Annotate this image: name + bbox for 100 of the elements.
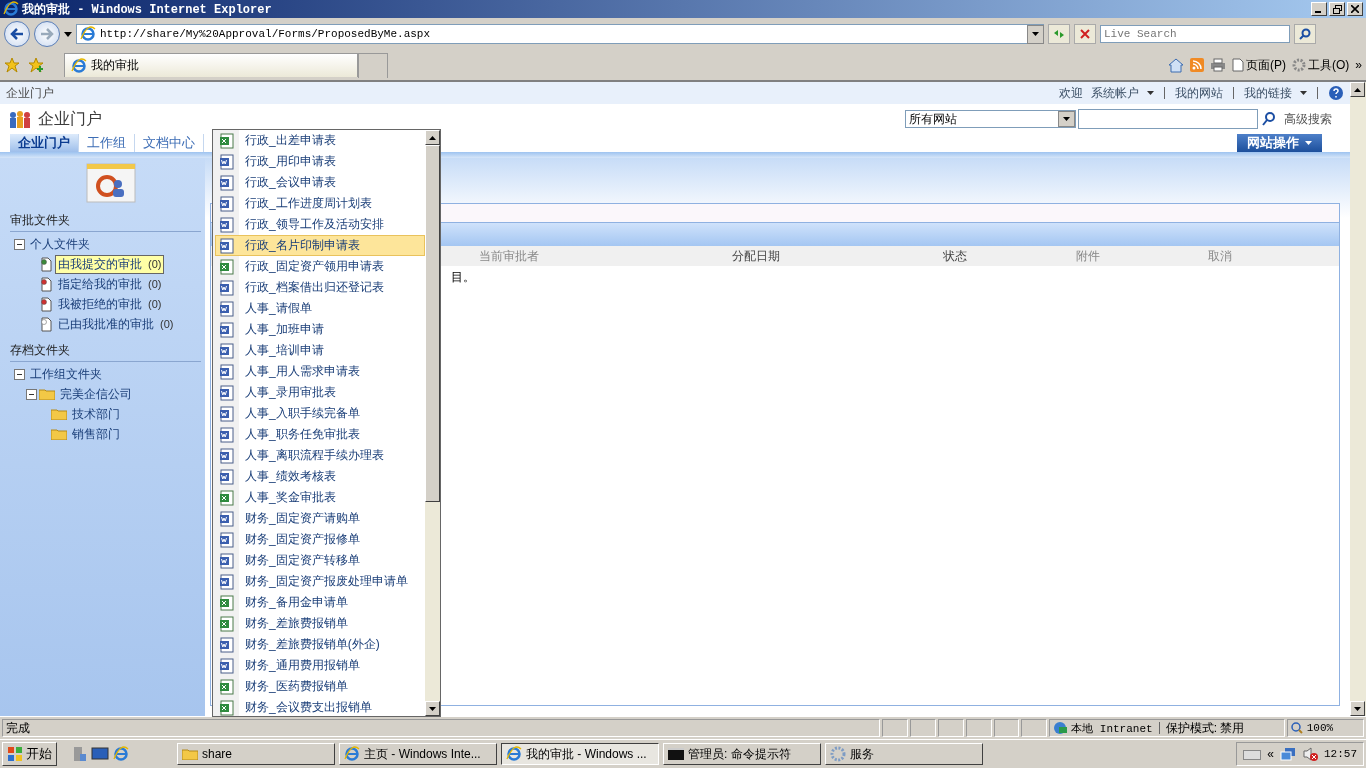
menu-item[interactable]: 人事_职务任免审批表 [215, 424, 425, 445]
back-arrow-icon[interactable] [10, 28, 24, 40]
menu-item[interactable]: 行政_会议申请表 [215, 172, 425, 193]
windows-logo-icon[interactable] [7, 746, 23, 762]
advanced-search-link[interactable]: 高级搜索 [1284, 110, 1332, 128]
menu-item[interactable]: 财务_差旅费报销单(外企) [215, 634, 425, 655]
print-icon[interactable] [1210, 58, 1226, 72]
taskbar-button[interactable]: 管理员: 命令提示符 [663, 743, 821, 765]
my-links-menu[interactable]: 我的链接 [1244, 84, 1292, 102]
start-button[interactable]: 开始 [2, 742, 57, 766]
menu-item[interactable]: 人事_请假单 [215, 298, 425, 319]
search-icon[interactable] [1260, 111, 1278, 127]
search-field[interactable]: Live Search [1100, 25, 1290, 43]
caret-icon[interactable] [64, 31, 72, 37]
muted-speaker-icon[interactable] [1302, 746, 1318, 762]
menu-item[interactable]: 行政_档案借出归还登记表 [215, 277, 425, 298]
close-button[interactable] [1347, 2, 1363, 16]
desktop-icon[interactable] [91, 747, 109, 761]
up-arrow-icon[interactable] [429, 135, 436, 140]
folder-link[interactable]: 已由我批准的审批 (0) [55, 314, 177, 334]
menu-item[interactable]: 人事_录用审批表 [215, 382, 425, 403]
caret-icon[interactable] [1147, 91, 1154, 95]
folder-link[interactable]: 完美企信公司 [57, 384, 135, 404]
site-search-field[interactable] [1078, 109, 1258, 129]
close-icon[interactable] [1351, 5, 1359, 13]
menu-item[interactable]: 人事_培训申请 [215, 340, 425, 361]
zoom-icon[interactable] [1290, 722, 1303, 734]
folder-link[interactable]: 指定给我的审批 (0) [55, 274, 165, 294]
menu-item[interactable]: 财务_备用金申请单 [215, 592, 425, 613]
caret-icon[interactable] [1354, 706, 1361, 711]
menu-item[interactable]: 财务_通用费用报销单 [215, 655, 425, 676]
site-actions-menu[interactable]: 网站操作 [1237, 134, 1322, 152]
more-chevron[interactable]: » [1355, 58, 1362, 72]
address-field[interactable]: http://share/My%20Approval/Forms/ProposedByMe.aspx [76, 24, 1044, 44]
folder-link[interactable]: 技术部门 [69, 404, 123, 424]
approval-logo-icon [84, 162, 137, 206]
caret-icon[interactable] [1063, 117, 1070, 121]
caret-icon[interactable] [1305, 141, 1312, 145]
menu-item[interactable]: 财务_固定资产请购单 [215, 508, 425, 529]
home-icon[interactable] [1168, 57, 1184, 73]
account-menu[interactable]: 系统帐户 [1091, 84, 1139, 102]
column-header[interactable]: 状态 [943, 247, 1076, 265]
folder-link[interactable]: 销售部门 [69, 424, 123, 444]
back-button[interactable] [4, 21, 30, 47]
scope-dropdown[interactable]: 所有网站 [905, 110, 1076, 128]
menu-item[interactable]: 人事_用人需求申请表 [215, 361, 425, 382]
caret-icon[interactable] [1032, 32, 1039, 36]
menu-item[interactable]: 财务_会议费支出报销单 [215, 697, 425, 718]
menu-item[interactable]: 人事_奖金审批表 [215, 487, 425, 508]
caret-icon[interactable] [1300, 91, 1307, 95]
tools-menu[interactable]: 工具(O) [1292, 56, 1350, 74]
menu-item[interactable]: 财务_医药费报销单 [215, 676, 425, 697]
folder-link[interactable]: 由我提交的审批 (0) [55, 254, 165, 274]
menu-item[interactable]: 行政_出差申请表 [215, 130, 425, 151]
favorites-star-icon[interactable] [4, 57, 20, 73]
menu-item[interactable]: 行政_名片印制申请表 [215, 235, 425, 256]
help-icon[interactable] [1328, 85, 1344, 101]
site-tab[interactable]: 企业门户 [10, 134, 79, 152]
spreadsheet-icon [219, 678, 235, 695]
search-button[interactable] [1294, 24, 1316, 44]
collapse-toggle[interactable] [14, 368, 25, 380]
menu-item[interactable]: 人事_入职手续完备单 [215, 403, 425, 424]
folder-link[interactable]: 个人文件夹 [27, 234, 93, 254]
stop-button[interactable] [1074, 24, 1096, 44]
gear-icon [830, 746, 846, 762]
browser-tab[interactable]: 我的审批 [64, 53, 358, 77]
menu-item[interactable]: 人事_离职流程手续办理表 [215, 445, 425, 466]
my-site-link[interactable]: 我的网站 [1175, 84, 1223, 102]
breadcrumb[interactable]: 企业门户 [6, 84, 54, 102]
clock: 12:57 [1324, 748, 1357, 760]
menu-item[interactable]: 行政_用印申请表 [215, 151, 425, 172]
menu-item[interactable]: 财务_差旅费报销单 [215, 613, 425, 634]
collapse-toggle[interactable] [26, 388, 37, 400]
tray-expand-button[interactable]: « [1267, 747, 1274, 761]
page-scrollbar[interactable] [1350, 82, 1366, 716]
column-header[interactable]: 分配日期 [732, 247, 943, 265]
taskbar-button[interactable]: share [177, 743, 335, 765]
taskbar-button[interactable]: 服务 [825, 743, 983, 765]
menu-item[interactable]: 财务_固定资产报修单 [215, 529, 425, 550]
page-menu[interactable]: 页面(P) [1232, 56, 1286, 74]
folder-link[interactable]: 我被拒绝的审批 (0) [55, 294, 165, 314]
menu-item[interactable]: 财务_固定资产报废处理申请单 [215, 571, 425, 592]
zoom-menu[interactable]: 100% [1286, 719, 1364, 737]
menu-item[interactable]: 行政_领导工作及活动安排 [215, 214, 425, 235]
minimize-button[interactable] [1311, 2, 1327, 16]
menu-scrollbar[interactable] [425, 130, 440, 716]
menu-item[interactable]: 行政_固定资产领用申请表 [215, 256, 425, 277]
menu-item[interactable]: 财务_固定资产转移单 [215, 550, 425, 571]
search-icon[interactable] [1299, 28, 1311, 40]
up-arrow-icon[interactable] [1354, 87, 1361, 92]
keyboard-icon[interactable] [1243, 748, 1262, 760]
collapse-toggle[interactable] [14, 238, 25, 250]
menu-item[interactable]: 行政_工作进度周计划表 [215, 193, 425, 214]
folder-link[interactable]: 工作组文件夹 [27, 364, 105, 384]
menu-item[interactable]: 人事_加班申请 [215, 319, 425, 340]
stop-icon[interactable] [1080, 29, 1090, 39]
taskbar-button[interactable]: 我的审批 - Windows ... [501, 743, 659, 765]
network-icon[interactable] [1280, 747, 1296, 761]
taskbar-button[interactable]: 主页 - Windows Inte... [339, 743, 497, 765]
menu-item[interactable]: 人事_绩效考核表 [215, 466, 425, 487]
